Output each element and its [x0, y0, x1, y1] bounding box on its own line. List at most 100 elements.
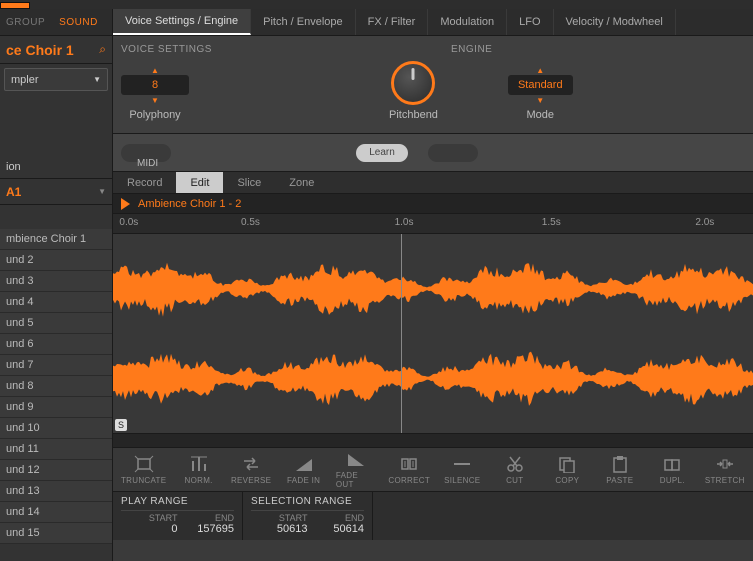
tool-label: FADE IN: [287, 476, 320, 485]
sound-title-row: ce Choir 1 ⌕: [0, 36, 112, 64]
list-item-sound[interactable]: und 15: [0, 523, 112, 544]
poly-value-box[interactable]: 8: [121, 75, 189, 95]
sample-name: Ambience Choir 1 - 2: [138, 198, 241, 210]
sel-end-value[interactable]: 50614: [308, 523, 365, 535]
mode-up-icon[interactable]: ▲: [508, 67, 573, 75]
stretch-icon: [715, 455, 735, 473]
tool-silence[interactable]: SILENCE: [442, 455, 483, 485]
list-item-sound[interactable]: und 5: [0, 313, 112, 334]
poly-up-icon[interactable]: ▲: [121, 67, 189, 75]
mode-label: Mode: [508, 109, 573, 121]
editor-tab[interactable]: Record: [113, 172, 176, 193]
tool-cut[interactable]: CUT: [495, 455, 536, 485]
norm-icon: [189, 455, 209, 473]
play-end-label: END: [178, 513, 235, 523]
tool-label: CORRECT: [388, 476, 430, 485]
ruler-tick: 1.5s: [542, 217, 561, 228]
editor-tab[interactable]: Slice: [223, 172, 275, 193]
tab-sound[interactable]: SOUND: [59, 17, 98, 28]
list-item-sound[interactable]: und 11: [0, 439, 112, 460]
editor-tab[interactable]: Zone: [275, 172, 328, 193]
channel-row[interactable]: A1 ▼: [0, 179, 112, 205]
list-item-sound[interactable]: und 13: [0, 481, 112, 502]
ranges-panel: PLAY RANGE START 0 END 157695 SELECTION …: [113, 492, 753, 540]
top-accent: [0, 2, 30, 9]
play-end-value[interactable]: 157695: [178, 523, 235, 535]
tool-label: FADE OUT: [336, 471, 377, 489]
module-tab[interactable]: FX / Filter: [356, 9, 429, 35]
tool-label: CUT: [506, 476, 523, 485]
play-start-value[interactable]: 0: [121, 523, 178, 535]
mode-value-box[interactable]: Standard: [508, 75, 573, 95]
module-tab[interactable]: Modulation: [428, 9, 507, 35]
playhead-marker[interactable]: [401, 234, 402, 433]
sounds-list: mbience Choir 1und 2und 3und 4und 5und 6…: [0, 229, 112, 544]
reverse-icon: [241, 455, 261, 473]
voice-settings-header: VOICE SETTINGS: [121, 44, 451, 55]
tool-dupl[interactable]: DUPL.: [652, 455, 693, 485]
list-item-sound[interactable]: und 14: [0, 502, 112, 523]
left-panel: GROUP SOUND ce Choir 1 ⌕ mpler ▼ ion A1 …: [0, 9, 113, 561]
tool-truncate[interactable]: TRUNCATE: [121, 455, 166, 485]
module-tab[interactable]: Velocity / Modwheel: [554, 9, 676, 35]
list-item-sound[interactable]: und 3: [0, 271, 112, 292]
search-icon[interactable]: ⌕: [99, 42, 106, 57]
pitchbend-knob[interactable]: [391, 61, 435, 105]
tool-stretch[interactable]: STRETCH: [705, 455, 746, 485]
loop-start-badge[interactable]: S: [115, 419, 127, 431]
ruler-tick: 0.0s: [119, 217, 138, 228]
tool-paste[interactable]: PASTE: [600, 455, 641, 485]
chevron-down-icon: ▼: [98, 187, 106, 196]
tool-fade out[interactable]: FADE OUT: [336, 450, 377, 489]
engine-header: ENGINE: [451, 44, 492, 55]
voice-settings-area: VOICE SETTINGS ENGINE ▲ 8 ▼ Polyphony Pi…: [113, 36, 753, 134]
midi-label: MIDI: [137, 158, 158, 169]
truncate-icon: [134, 455, 154, 473]
midi-slot[interactable]: [428, 144, 478, 162]
dropdown-label: mpler: [11, 74, 39, 86]
section-row[interactable]: ion: [0, 155, 112, 179]
tool-copy[interactable]: COPY: [547, 455, 588, 485]
tool-norm[interactable]: NORM.: [178, 455, 219, 485]
list-item-sound[interactable]: und 6: [0, 334, 112, 355]
ruler-tick: 1.0s: [395, 217, 414, 228]
tool-label: STRETCH: [705, 476, 745, 485]
cut-icon: [505, 455, 525, 473]
tool-label: TRUNCATE: [121, 476, 166, 485]
time-ruler[interactable]: 0.0s0.5s1.0s1.5s2.0s: [113, 214, 753, 234]
fade in-icon: [294, 455, 314, 473]
tool-reverse[interactable]: REVERSE: [231, 455, 272, 485]
list-item-sound[interactable]: und 8: [0, 376, 112, 397]
tool-correct[interactable]: CORRECT: [388, 455, 430, 485]
midi-learn-button[interactable]: Learn: [356, 144, 408, 162]
fade out-icon: [346, 450, 366, 468]
editor-tab[interactable]: Edit: [176, 172, 223, 193]
list-item-sound[interactable]: und 2: [0, 250, 112, 271]
midi-row: Learn MIDI: [113, 134, 753, 172]
wave-scrollbar[interactable]: [113, 434, 753, 448]
list-item-sound[interactable]: und 7: [0, 355, 112, 376]
module-tab[interactable]: LFO: [507, 9, 553, 35]
section-label: ion: [6, 161, 21, 173]
list-item-sound[interactable]: und 10: [0, 418, 112, 439]
engine-dropdown[interactable]: mpler ▼: [4, 68, 108, 91]
list-item-sound[interactable]: und 9: [0, 397, 112, 418]
sel-range-title: SELECTION RANGE: [251, 496, 364, 511]
module-tabs: Voice Settings / EnginePitch / EnvelopeF…: [113, 9, 753, 36]
sel-start-label: START: [251, 513, 308, 523]
sel-start-value[interactable]: 50613: [251, 523, 308, 535]
list-item-sound[interactable]: mbience Choir 1: [0, 229, 112, 250]
tool-label: REVERSE: [231, 476, 271, 485]
tab-group[interactable]: GROUP: [6, 17, 45, 28]
waveform-area[interactable]: S: [113, 234, 753, 434]
list-item-sound[interactable]: und 4: [0, 292, 112, 313]
module-tab[interactable]: Voice Settings / Engine: [113, 9, 251, 35]
module-tab[interactable]: Pitch / Envelope: [251, 9, 356, 35]
polyphony-control: ▲ 8 ▼ Polyphony: [121, 67, 189, 121]
tool-fade in[interactable]: FADE IN: [283, 455, 324, 485]
play-icon[interactable]: [121, 198, 130, 210]
mode-down-icon[interactable]: ▼: [508, 97, 573, 105]
poly-down-icon[interactable]: ▼: [121, 97, 189, 105]
sound-title: ce Choir 1: [6, 42, 74, 58]
list-item-sound[interactable]: und 12: [0, 460, 112, 481]
